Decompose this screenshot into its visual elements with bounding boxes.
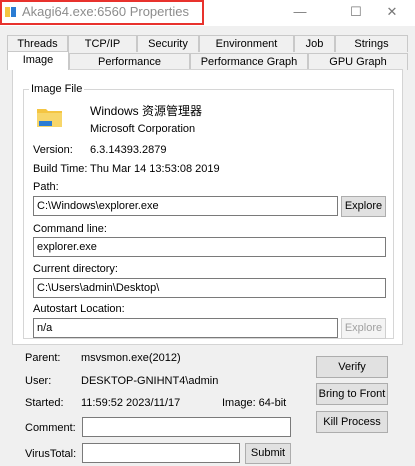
started-label: Started: bbox=[25, 397, 64, 409]
submit-button[interactable]: Submit bbox=[245, 443, 291, 464]
tab-performance[interactable]: Performance bbox=[69, 53, 190, 70]
file-company: Microsoft Corporation bbox=[90, 123, 196, 135]
file-description: Windows 资源管理器 bbox=[90, 104, 203, 118]
verify-button[interactable]: Verify bbox=[316, 356, 388, 378]
user-label: User: bbox=[25, 375, 52, 387]
comment-field[interactable] bbox=[82, 417, 291, 437]
tab-tcpip[interactable]: TCP/IP bbox=[68, 35, 137, 52]
virustotal-label: VirusTotal: bbox=[25, 448, 77, 460]
version-label: Version: bbox=[33, 144, 73, 156]
path-label: Path: bbox=[33, 181, 59, 193]
minimize-button[interactable]: — bbox=[277, 0, 323, 26]
virustotal-field[interactable] bbox=[82, 443, 240, 463]
bring-to-front-button[interactable]: Bring to Front bbox=[316, 383, 388, 405]
tab-security[interactable]: Security bbox=[137, 35, 199, 52]
explore-button[interactable]: Explore bbox=[341, 196, 386, 217]
tab-performance-graph[interactable]: Performance Graph bbox=[190, 53, 308, 70]
parent-value: msvsmon.exe(2012) bbox=[81, 352, 181, 364]
current-directory-label: Current directory: bbox=[33, 263, 118, 275]
kill-process-button[interactable]: Kill Process bbox=[316, 411, 388, 433]
close-button[interactable]: ✕ bbox=[369, 0, 415, 26]
autostart-location-field[interactable]: n/a bbox=[33, 318, 338, 338]
tab-strings[interactable]: Strings bbox=[335, 35, 408, 52]
parent-label: Parent: bbox=[25, 352, 61, 364]
comment-label: Comment: bbox=[25, 422, 76, 434]
tab-job[interactable]: Job bbox=[294, 35, 335, 52]
tab-gpu-graph[interactable]: GPU Graph bbox=[308, 53, 408, 70]
command-line-field[interactable]: explorer.exe bbox=[33, 237, 386, 257]
build-time-value: Thu Mar 14 13:53:08 2019 bbox=[90, 163, 220, 175]
explore-autostart-button[interactable]: Explore bbox=[341, 318, 386, 339]
build-time-label: Build Time: bbox=[33, 163, 88, 175]
path-field[interactable]: C:\Windows\explorer.exe bbox=[33, 196, 338, 216]
current-directory-field[interactable]: C:\Users\admin\Desktop\ bbox=[33, 278, 386, 298]
tab-environment[interactable]: Environment bbox=[199, 35, 294, 52]
autostart-location-label: Autostart Location: bbox=[33, 303, 125, 315]
tab-image[interactable]: Image bbox=[7, 51, 69, 70]
image-file-group-label: Image File bbox=[29, 83, 85, 95]
command-line-label: Command line: bbox=[33, 223, 107, 235]
title-highlight-box bbox=[0, 0, 204, 25]
user-value: DESKTOP-GNIHNT4\admin bbox=[81, 375, 219, 387]
started-value: 11:59:52 2023/11/17 bbox=[81, 397, 181, 409]
version-value: 6.3.14393.2879 bbox=[90, 144, 167, 156]
explorer-folder-icon bbox=[35, 101, 65, 131]
image-bits-value: Image: 64-bit bbox=[222, 397, 287, 409]
tab-threads[interactable]: Threads bbox=[7, 35, 68, 52]
